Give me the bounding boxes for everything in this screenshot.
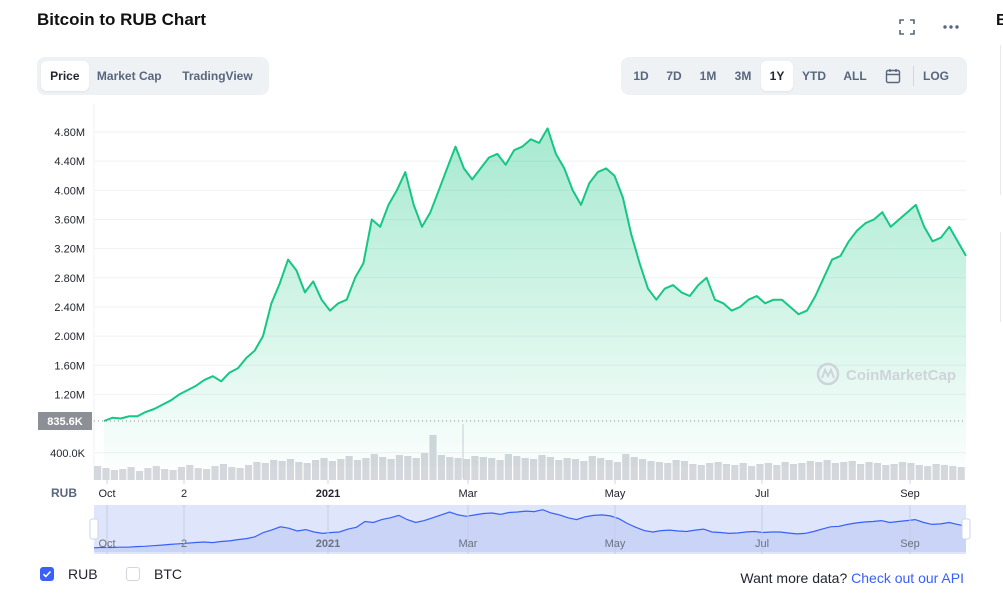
current-price-badge: 835.6K — [38, 412, 92, 430]
checkbox-rub-label: RUB — [68, 566, 98, 582]
volume-bar — [161, 469, 169, 480]
x-tick-label: Mar — [459, 488, 478, 500]
y-tick-label: 4.80M — [54, 127, 85, 139]
y-tick-label: 2.80M — [54, 273, 85, 285]
volume-bar — [748, 466, 756, 480]
currency-toggle-btc[interactable]: BTC — [126, 566, 182, 582]
navigator-handle-left[interactable] — [89, 518, 99, 540]
y-tick-label: 2.40M — [54, 302, 85, 314]
y-axis: 4.80M 4.40M 4.00M 3.60M 3.20M 2.80M 2.40M 2.00M… — [50, 127, 86, 460]
y-tick-label: 1.20M — [54, 389, 85, 401]
volume-bar — [211, 466, 219, 480]
volume-bar — [228, 467, 236, 480]
volume-bar — [857, 464, 865, 480]
x-tick-label: Jul — [755, 488, 769, 500]
volume-bar — [915, 465, 923, 480]
volume-bar — [110, 470, 118, 480]
volume-bar — [135, 471, 144, 480]
range-navigator[interactable]: Oct 2 2021 Mar May Jul Sep — [89, 505, 971, 554]
navigator-label: Jul — [755, 538, 769, 550]
checkbox-btc[interactable] — [126, 567, 140, 581]
y-tick-label: 4.00M — [54, 185, 85, 197]
y-tick-label: 3.60M — [54, 214, 85, 226]
volume-bar — [932, 464, 940, 480]
navigator-label: Oct — [98, 538, 115, 550]
volume-bar — [722, 464, 730, 480]
volume-bar — [731, 465, 739, 480]
navigator-label: 2021 — [316, 538, 340, 550]
navigator-label: Mar — [459, 538, 478, 550]
volume-bar — [219, 464, 227, 480]
volume-bar — [144, 468, 152, 480]
volume-bar — [194, 468, 202, 480]
api-link[interactable]: Check out our API — [851, 570, 964, 586]
currency-axis-label: RUB — [51, 486, 77, 500]
navigator-label: 2 — [181, 538, 187, 550]
volume-bar — [203, 469, 211, 480]
x-tick-label: 2021 — [316, 488, 340, 500]
y-tick-label: 400.0K — [50, 448, 86, 460]
api-prompt-text: Want more data? — [740, 570, 848, 586]
volume-bar — [177, 467, 185, 480]
volume-bar — [949, 466, 957, 480]
checkbox-btc-label: BTC — [154, 566, 182, 582]
volume-bar — [127, 467, 135, 480]
volume-bar — [882, 465, 890, 480]
volume-bar — [186, 465, 194, 480]
watermark-text: CoinMarketCap — [846, 367, 956, 384]
volume-bar — [940, 465, 948, 480]
volume-bar — [756, 464, 764, 480]
volume-bar — [102, 468, 110, 480]
navigator-label: May — [605, 538, 626, 550]
navigator-label: Sep — [900, 538, 920, 550]
volume-bar — [119, 469, 127, 480]
price-area — [104, 128, 966, 466]
volume-bar — [152, 466, 160, 480]
price-chart[interactable]: CoinMarketCap 4.80M 4.40M 4.00M 3.60M 3.20M 2… — [0, 0, 1003, 613]
y-tick-label: 3.20M — [54, 244, 85, 256]
volume-bar — [697, 465, 705, 480]
y-tick-label: 4.40M — [54, 156, 85, 168]
volume-bar — [244, 465, 253, 480]
volume-bar — [957, 467, 965, 480]
volume-bar — [924, 466, 932, 480]
x-tick-label: Oct — [98, 488, 115, 500]
x-tick-label: May — [605, 488, 626, 500]
y-tick-label: 2.00M — [54, 331, 85, 343]
currency-toggle-rub[interactable]: RUB — [40, 566, 98, 582]
x-tick-label: Sep — [900, 488, 920, 500]
volume-bar — [689, 464, 697, 480]
x-tick-label: 2 — [181, 488, 187, 500]
navigator-handle-right[interactable] — [961, 518, 971, 540]
volume-bar — [773, 465, 781, 480]
volume-bar — [890, 464, 898, 480]
api-prompt: Want more data? Check out our API — [740, 570, 964, 586]
checkbox-rub[interactable] — [40, 567, 54, 581]
volume-bar — [169, 470, 177, 480]
x-axis: Oct 2 2021 Mar May Jul Sep — [98, 480, 920, 500]
y-tick-label: 1.60M — [54, 360, 85, 372]
volume-bar — [236, 468, 244, 480]
current-price-label: 835.6K — [47, 416, 83, 428]
volume-bar — [789, 464, 798, 480]
volume-bar — [94, 466, 102, 480]
